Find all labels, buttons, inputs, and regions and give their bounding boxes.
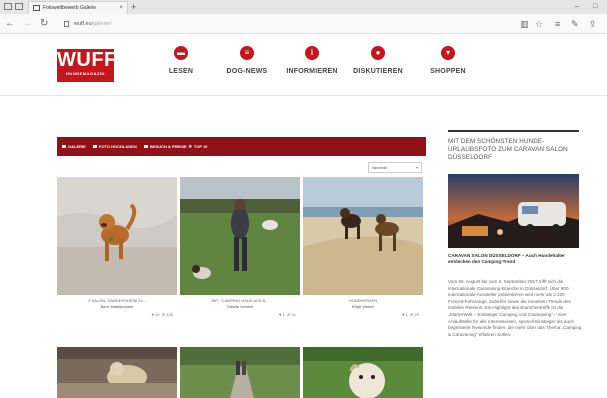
gallery-card-5[interactable]	[180, 347, 300, 398]
address-toolbar: ← → ↻ wuff.eu/galerie/ ▥ ☆ ≡ ✎ ⇪	[0, 14, 607, 34]
nav-shoppen[interactable]: ▾ SHOPPEN	[413, 46, 483, 75]
new-tab-button[interactable]: +	[131, 1, 136, 13]
sidebar-divider	[448, 130, 579, 132]
nav-lesen-label: LESEN	[168, 68, 194, 75]
tab-galerie[interactable]: GALERIE	[62, 137, 86, 156]
info-icon: i	[305, 46, 319, 60]
photo-woman-with-dogs[interactable]	[180, 177, 300, 295]
sort-select[interactable]: Neueste ▾	[368, 162, 422, 173]
prize-icon	[144, 145, 148, 149]
share-icon[interactable]: ⇪	[589, 17, 597, 31]
photo-dog-on-sand[interactable]	[57, 177, 177, 295]
tab-besuch-preise[interactable]: BESUCH & PREISE	[144, 137, 187, 156]
photo-dogs-on-beach[interactable]	[303, 177, 423, 295]
address-field[interactable]: wuff.eu/galerie/	[64, 19, 464, 29]
like-count: 1	[405, 312, 408, 317]
comment-count: 135	[166, 312, 173, 317]
card-author: Birgit Weber	[352, 304, 374, 309]
maximize-button[interactable]: □	[593, 0, 597, 13]
notes-icon[interactable]: ✎	[571, 17, 579, 31]
card-stats: ♥ 1 ✉ 31	[279, 312, 296, 318]
comment-count: 31	[291, 312, 296, 317]
gallery-tab-bar: GALERIE FOTO HOCHLADEN BESUCH & PREISE ★…	[57, 137, 426, 156]
comment-icon[interactable]: ✉	[287, 312, 290, 317]
news-icon: ≡	[240, 46, 254, 60]
favorite-star-icon[interactable]: ☆	[535, 17, 543, 31]
forward-icon[interactable]: →	[22, 17, 32, 31]
tab-foto-hochladen[interactable]: FOTO HOCHLADEN	[93, 137, 137, 156]
page-content: GALERIE FOTO HOCHLADEN BESUCH & PREISE ★…	[0, 96, 607, 398]
tab-close-icon[interactable]: ×	[119, 2, 123, 14]
chevron-down-icon: ▾	[415, 165, 418, 170]
reading-view-icon[interactable]: ▥	[520, 17, 529, 31]
url-path: /galerie/	[91, 21, 112, 27]
nav-diskutieren-label: DISKUTIEREN	[353, 68, 403, 75]
comment-icon[interactable]: ✉	[162, 312, 165, 317]
sidebar-headline[interactable]: CARAVAN SALON DÜSSELDORF – Auch Hundehal…	[448, 253, 581, 265]
gallery-icon	[62, 145, 66, 149]
url-domain: wuff.eu	[74, 21, 92, 27]
tab-top-10[interactable]: ★ TOP 10	[188, 137, 208, 157]
comment-count: 25	[414, 312, 419, 317]
cart-icon: ▾	[441, 46, 455, 60]
back-icon[interactable]: ←	[5, 17, 15, 31]
browser-tab[interactable]: Fotowettbewerb Galerie ×	[28, 1, 128, 14]
sidebar-title[interactable]: MIT DEM SCHÖNSTEN HUNDE-URLAUBSFOTO ZUM …	[448, 138, 580, 162]
chat-icon: ●	[371, 46, 385, 60]
tab-list-icon[interactable]	[4, 3, 12, 10]
hub-icon[interactable]: ≡	[555, 17, 560, 31]
nav-diskutieren[interactable]: ● DISKUTIEREN	[343, 46, 413, 75]
nav-informieren[interactable]: i INFORMIEREN	[277, 46, 347, 75]
nav-lesen[interactable]: ▬ LESEN	[146, 46, 216, 75]
site-header: WUFF HUNDEMAGAZIN ▬ LESEN ≡ DOG-NEWS i I…	[0, 34, 607, 96]
nav-shoppen-label: SHOPPEN	[430, 68, 466, 75]
tab-foto-hochladen-label: FOTO HOCHLADEN	[99, 144, 137, 149]
nav-dog-news[interactable]: ≡ DOG-NEWS	[212, 46, 282, 75]
card-author: Bern Waldshauser	[100, 304, 134, 309]
logo-sub: HUNDEMAGAZIN	[66, 71, 105, 76]
heart-icon[interactable]: ♥	[152, 312, 154, 317]
minimize-button[interactable]: –	[575, 0, 579, 13]
book-icon: ▬	[174, 46, 188, 60]
heart-icon[interactable]: ♥	[279, 312, 281, 317]
card-author: Gisella Schmid	[226, 304, 254, 309]
upload-icon	[93, 145, 97, 149]
card-stats: ♥ 10 ✉ 135	[152, 312, 173, 318]
page-favicon-icon	[33, 5, 40, 11]
tab-title: Fotowettbewerb Galerie	[43, 5, 97, 11]
comment-icon[interactable]: ✉	[410, 312, 413, 317]
tab-preview-icon[interactable]	[15, 3, 23, 10]
sort-value: Neueste	[372, 165, 387, 170]
tab-besuch-preise-label: BESUCH & PREISE	[150, 144, 187, 149]
heart-icon[interactable]: ♥	[402, 312, 404, 317]
like-count: 1	[282, 312, 285, 317]
tab-top-10-label: TOP 10	[193, 144, 208, 149]
page-info-icon[interactable]	[64, 21, 69, 27]
logo-main: WUFF	[57, 49, 117, 71]
nav-dog-news-label: DOG-NEWS	[226, 68, 268, 75]
refresh-icon[interactable]: ↻	[40, 17, 48, 31]
sidebar-body: Vom 26. August bis zum 3. September 2017…	[448, 279, 582, 337]
browser-tabbar: Fotowettbewerb Galerie × + – □	[0, 0, 607, 14]
gallery-card-4[interactable]	[57, 347, 177, 398]
tab-galerie-label: GALERIE	[68, 144, 86, 149]
like-count: 10	[155, 312, 160, 317]
nav-informieren-label: INFORMIEREN	[286, 68, 338, 75]
card-stats: ♥ 1 ✉ 25	[402, 312, 419, 318]
caravan-salon-image[interactable]	[448, 174, 579, 248]
gallery-card-6[interactable]	[303, 347, 423, 398]
wuff-logo[interactable]: WUFF HUNDEMAGAZIN	[57, 49, 117, 82]
